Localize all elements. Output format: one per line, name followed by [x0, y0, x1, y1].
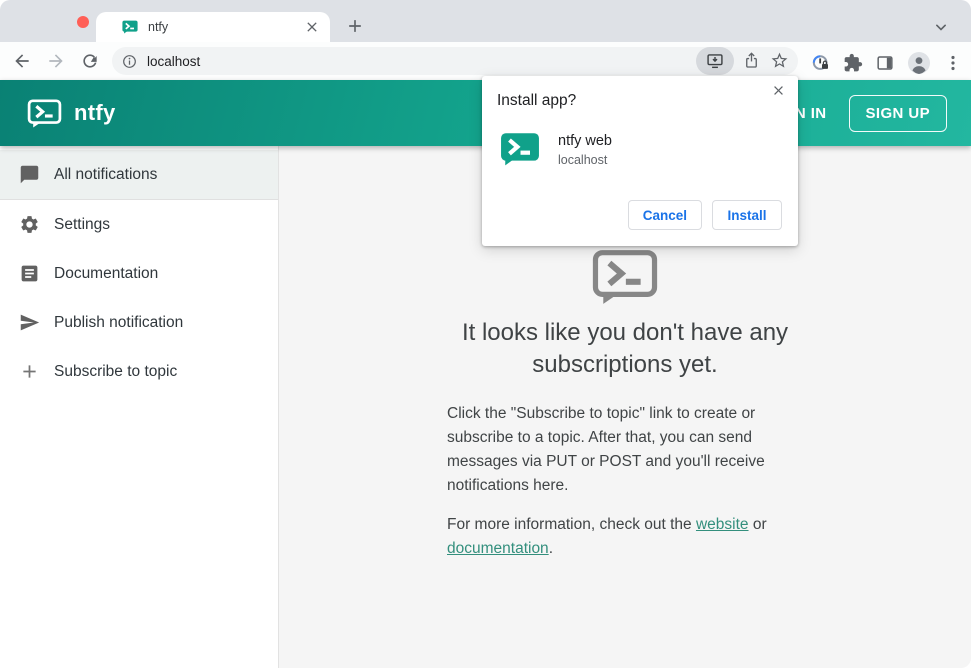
sidebar-item-publish-notification[interactable]: Publish notification	[0, 298, 278, 347]
sidebar-item-label: Settings	[54, 215, 111, 233]
browser-tab[interactable]: ntfy	[96, 12, 330, 42]
privacy-extension-icon[interactable]	[811, 53, 831, 73]
reload-icon[interactable]	[80, 51, 100, 71]
ntfy-favicon-icon	[122, 19, 138, 35]
dialog-actions: Cancel Install	[627, 200, 782, 230]
sidebar-item-all-notifications[interactable]: All notifications	[0, 150, 278, 200]
site-info-icon[interactable]	[121, 53, 138, 70]
share-icon[interactable]	[742, 51, 762, 71]
empty-state-paragraph: Click the "Subscribe to topic" link to c…	[447, 405, 765, 494]
tab-title: ntfy	[148, 20, 169, 34]
forward-icon[interactable]	[46, 51, 66, 71]
install-app-icon[interactable]	[696, 47, 734, 75]
sidebar-item-subscribe-to-topic[interactable]: Subscribe to topic	[0, 347, 278, 396]
plus-icon	[19, 361, 40, 382]
documentation-link[interactable]: documentation	[447, 540, 549, 557]
ntfy-logo-icon	[27, 98, 62, 128]
bookmark-star-icon[interactable]	[770, 51, 790, 71]
sidebar-item-settings[interactable]: Settings	[0, 200, 278, 249]
url-text[interactable]: localhost	[147, 54, 696, 69]
ntfy-empty-state-logo-icon	[592, 249, 658, 305]
dialog-body: ntfy web localhost	[500, 132, 612, 167]
toolbar-right-cluster	[811, 51, 963, 75]
empty-state-heading: It looks like you don't have any subscri…	[461, 319, 789, 378]
website-link[interactable]: website	[696, 516, 749, 533]
browser-window: ntfy localhost ntfy IN SIGN UP All notif…	[0, 0, 971, 668]
dialog-close-icon[interactable]	[771, 83, 786, 98]
cancel-button[interactable]: Cancel	[627, 200, 702, 230]
address-bar[interactable]: localhost	[112, 47, 798, 75]
dialog-app-origin: localhost	[558, 153, 608, 167]
sidebar-item-label: Documentation	[54, 264, 159, 282]
tab-search-chevron-icon[interactable]	[931, 17, 951, 37]
info-text: .	[548, 540, 553, 557]
back-icon[interactable]	[12, 51, 32, 71]
info-text: or	[748, 516, 767, 533]
sidebar: All notifications Settings Documentation…	[0, 146, 279, 668]
sidebar-item-documentation[interactable]: Documentation	[0, 249, 278, 298]
dialog-title: Install app?	[497, 92, 577, 109]
install-button[interactable]: Install	[712, 200, 782, 230]
sign-up-button[interactable]: SIGN UP	[848, 94, 947, 132]
ntfy-app-icon	[500, 132, 540, 166]
new-tab-button[interactable]	[345, 16, 365, 36]
gear-icon	[19, 214, 40, 235]
side-panel-icon[interactable]	[875, 53, 895, 73]
empty-state-info: For more information, check out the webs…	[447, 513, 803, 561]
sidebar-item-label: Subscribe to topic	[54, 362, 178, 380]
dialog-app-meta: ntfy web localhost	[558, 132, 612, 167]
info-text: For more information, check out the	[447, 516, 696, 533]
chat-icon	[19, 164, 40, 185]
article-icon	[19, 263, 40, 284]
send-icon	[19, 312, 40, 333]
brand-title: ntfy	[74, 100, 116, 125]
sidebar-item-label: Publish notification	[54, 313, 184, 331]
dialog-app-name: ntfy web	[558, 133, 612, 149]
profile-avatar[interactable]	[907, 51, 931, 75]
extensions-puzzle-icon[interactable]	[843, 53, 863, 73]
install-app-dialog: Install app? ntfy web localhost Cancel I…	[482, 76, 798, 246]
tab-strip: ntfy	[0, 0, 971, 42]
sidebar-item-label: All notifications	[54, 165, 158, 183]
browser-menu-icon[interactable]	[943, 53, 963, 73]
tab-close-icon[interactable]	[304, 19, 320, 35]
close-window-button[interactable]	[77, 16, 89, 28]
